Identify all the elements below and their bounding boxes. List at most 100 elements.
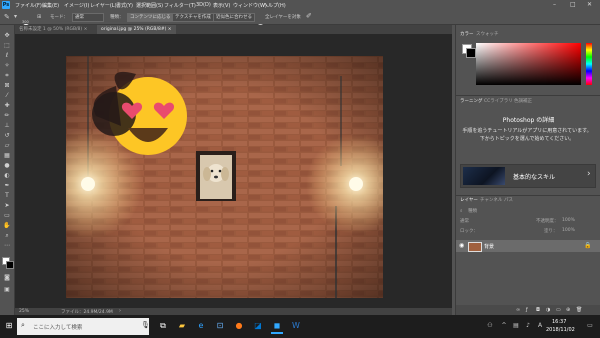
- clock-date[interactable]: 2018/11/02: [546, 327, 575, 333]
- microphone-icon[interactable]: 🎙: [141, 321, 150, 329]
- eraser-tool-icon[interactable]: ▱: [3, 143, 11, 149]
- move-tool-icon[interactable]: ✥: [3, 33, 11, 39]
- fill-value[interactable]: 100%: [562, 228, 575, 233]
- adjustment-icon[interactable]: ◑: [546, 307, 550, 313]
- lock-label: ロック：: [460, 229, 478, 234]
- notifications-icon[interactable]: ▭: [584, 320, 596, 332]
- canvas-photo[interactable]: [66, 56, 383, 298]
- tab-cc-libraries[interactable]: CCライブラリ: [484, 98, 513, 104]
- firefox-icon[interactable]: ●: [233, 320, 245, 332]
- menu-3d[interactable]: 3D(D): [196, 2, 211, 8]
- pressure-size-icon[interactable]: ✐: [306, 12, 312, 20]
- quick-select-tool-icon[interactable]: ✧: [3, 63, 11, 69]
- outlook-icon[interactable]: ◪: [252, 320, 264, 332]
- photoshop-taskbar-icon[interactable]: ◼: [271, 320, 283, 334]
- task-view-icon[interactable]: ⧉: [157, 320, 169, 332]
- opacity-value[interactable]: 100%: [562, 218, 575, 223]
- screen-mode-icon[interactable]: ▣: [3, 287, 11, 293]
- tab-learn[interactable]: ラーニング: [460, 98, 483, 104]
- tab-swatches[interactable]: スウォッチ: [476, 31, 499, 37]
- history-brush-tool-icon[interactable]: ↺: [3, 133, 11, 139]
- file-explorer-icon[interactable]: ▰: [176, 320, 188, 332]
- chevron-down-icon[interactable]: ▾: [14, 13, 17, 20]
- tab-channels[interactable]: チャンネル: [480, 197, 502, 203]
- edge-icon[interactable]: e: [195, 320, 207, 332]
- pen-tool-icon[interactable]: ✒: [3, 183, 11, 189]
- ime-indicator[interactable]: A: [534, 320, 546, 332]
- eye-icon[interactable]: ◉: [459, 242, 464, 249]
- windows-start-icon[interactable]: ⊞: [3, 320, 15, 332]
- gradient-tool-icon[interactable]: ▦: [3, 153, 11, 159]
- people-icon[interactable]: ⚇: [484, 320, 496, 332]
- learn-title: Photoshop の詳細: [502, 117, 555, 124]
- maximize-icon[interactable]: □: [570, 1, 576, 8]
- color-background-swatch[interactable]: [466, 48, 476, 58]
- link-icon[interactable]: ∞: [516, 307, 520, 313]
- menu-layer[interactable]: レイヤー(L): [90, 2, 117, 9]
- hue-slider[interactable]: [586, 43, 592, 85]
- menu-file[interactable]: ファイル(F): [15, 2, 42, 9]
- taskbar-search-box[interactable]: ⌕ ここに入力して検索 🎙: [17, 318, 150, 335]
- menu-filter[interactable]: フィルター(T): [164, 2, 196, 9]
- content-aware-button[interactable]: コンテンツに応じる: [127, 13, 174, 22]
- menu-view[interactable]: 表示(V): [213, 2, 230, 9]
- chevron-right-icon[interactable]: ›: [119, 308, 121, 314]
- create-texture-button[interactable]: テクスチャを作成: [172, 13, 214, 22]
- zoom-level[interactable]: 25%: [19, 309, 29, 314]
- tab-paths[interactable]: パス: [504, 197, 513, 203]
- menu-image[interactable]: イメージ(I): [64, 2, 89, 9]
- blend-mode-select[interactable]: 通常: [460, 218, 469, 224]
- minimize-icon[interactable]: –: [553, 1, 556, 8]
- quick-mask-icon[interactable]: ◙: [3, 275, 11, 281]
- store-icon[interactable]: ⊡: [214, 320, 226, 332]
- mask-icon[interactable]: ◘: [536, 307, 540, 313]
- healing-brush-tool-icon[interactable]: ✚: [3, 103, 11, 109]
- lasso-tool-icon[interactable]: ℓ: [3, 53, 11, 59]
- volume-icon[interactable]: ♪: [522, 320, 534, 332]
- folder-icon[interactable]: ▭: [556, 307, 561, 313]
- tab-layers[interactable]: レイヤー: [460, 197, 478, 203]
- hand-tool-icon[interactable]: ✋: [3, 223, 11, 229]
- blur-tool-icon[interactable]: ●: [3, 163, 11, 169]
- fx-icon[interactable]: ƒ: [526, 307, 528, 313]
- search-icon[interactable]: ⌕: [460, 208, 463, 214]
- brush-settings-icon[interactable]: ⊞: [37, 14, 41, 20]
- learn-card-basic-skills[interactable]: 基本的なスキル ›: [460, 164, 596, 188]
- tab-color[interactable]: カラー: [460, 31, 474, 37]
- background-color-swatch[interactable]: [6, 261, 14, 269]
- eyedropper-tool-icon[interactable]: ⁄: [3, 93, 11, 99]
- more-tools-icon[interactable]: ⋯: [3, 243, 11, 249]
- new-layer-icon[interactable]: ⊕: [566, 307, 570, 313]
- proximity-match-button[interactable]: 近似色に合わせる: [213, 13, 255, 22]
- menu-edit[interactable]: 編集(E): [42, 2, 59, 9]
- frame-tool-icon[interactable]: ⊠: [3, 83, 11, 89]
- tray-chevron-icon[interactable]: ^: [498, 320, 510, 332]
- layer-filter-kind[interactable]: 種類: [468, 208, 477, 214]
- tab-adjustments[interactable]: 色調補正: [514, 98, 532, 104]
- clone-stamp-tool-icon[interactable]: ⊥: [3, 123, 11, 129]
- mode-select[interactable]: 通常: [72, 13, 104, 22]
- zoom-tool-icon[interactable]: ⌕: [3, 233, 11, 239]
- menu-type[interactable]: 書式(Y): [116, 2, 133, 9]
- layer-row[interactable]: ◉ 背景 🔒: [456, 240, 600, 252]
- menu-select[interactable]: 選択範囲(S): [136, 2, 163, 9]
- healing-brush-icon[interactable]: ✎: [4, 13, 10, 21]
- word-icon[interactable]: W: [290, 320, 302, 332]
- menu-window[interactable]: ウィンドウ(W): [233, 2, 267, 9]
- network-icon[interactable]: ▤: [510, 320, 522, 332]
- path-select-tool-icon[interactable]: ➤: [3, 203, 11, 209]
- color-picker-field[interactable]: [476, 43, 581, 85]
- doc-tab-untitled[interactable]: 名称未設定 1 @ 50% (RGB/8) ×: [15, 25, 91, 34]
- clock-time[interactable]: 16:37: [552, 319, 566, 325]
- menu-help[interactable]: ヘルプ(H): [263, 2, 286, 9]
- doc-tab-original[interactable]: original.jpg @ 25% (RGB/8#) ×: [97, 25, 176, 34]
- brush-tool-icon[interactable]: ✏: [3, 113, 11, 119]
- crop-tool-icon[interactable]: ⌗: [3, 73, 11, 79]
- type-tool-icon[interactable]: T: [3, 193, 11, 199]
- trash-icon[interactable]: 🗑: [576, 307, 582, 313]
- marquee-tool-icon[interactable]: ⬚: [3, 43, 11, 49]
- mode-label: モード：: [50, 15, 68, 20]
- close-icon[interactable]: ✕: [587, 1, 592, 8]
- dodge-tool-icon[interactable]: ◐: [3, 173, 11, 179]
- rectangle-tool-icon[interactable]: ▭: [3, 213, 11, 219]
